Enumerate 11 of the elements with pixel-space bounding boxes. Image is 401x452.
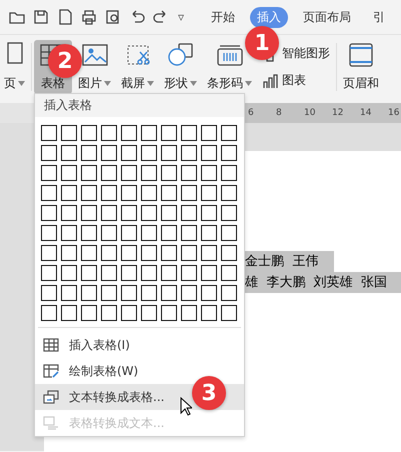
menu-header: 插入表格 [35,94,244,117]
ruler-number: 12 [332,108,344,118]
selected-text: 金士鹏 王伟 [245,251,334,272]
ruler-number: 16 [388,108,400,118]
step-badge: 1 [245,26,279,60]
ruler-number: 8 [276,108,283,118]
step-badge: 2 [48,44,82,78]
ruler-number: 6 [248,108,255,118]
ruler-number: 14 [360,108,372,118]
selected-text: 雄 李大鹏 刘英雄 张国 [245,272,401,293]
ruler-number: 10 [304,108,316,118]
